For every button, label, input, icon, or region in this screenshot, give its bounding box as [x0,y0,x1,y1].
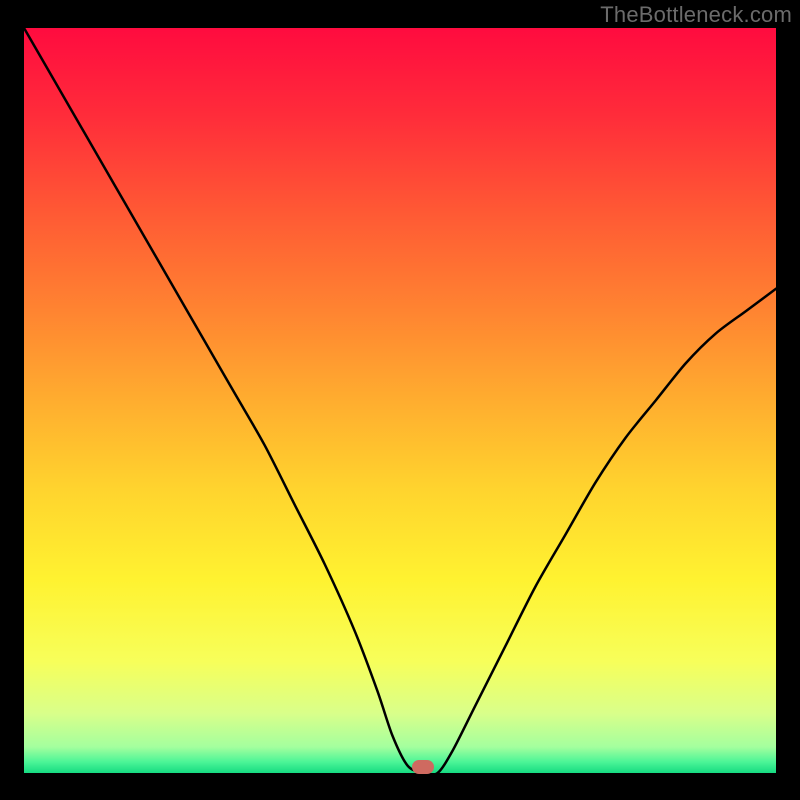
attribution-watermark: TheBottleneck.com [600,2,792,28]
gradient-background [24,28,776,773]
optimal-point-marker [412,760,434,774]
plot-svg [24,28,776,773]
plot-area [24,28,776,773]
chart-frame: TheBottleneck.com [0,0,800,800]
